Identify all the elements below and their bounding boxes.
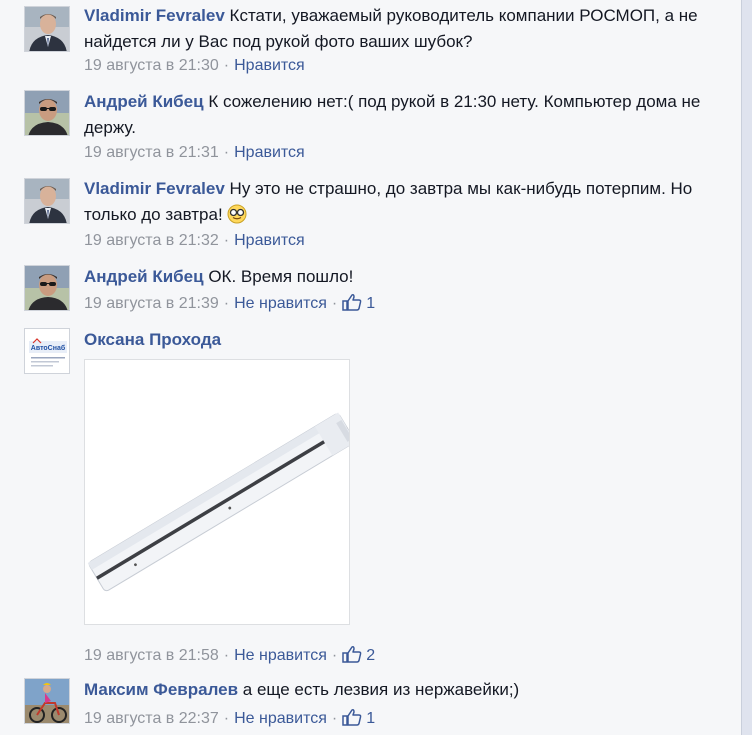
comment-timestamp[interactable]: 19 августа в 22:37: [84, 710, 219, 727]
avatar[interactable]: [24, 678, 70, 724]
like-count[interactable]: 1: [366, 710, 375, 727]
thumbs-up-icon[interactable]: [342, 645, 362, 669]
like-link[interactable]: Нравится: [234, 232, 305, 249]
comment-author-link[interactable]: Оксана Прохода: [84, 330, 221, 349]
comment-text: а еще есть лезвия из нержавейки;): [242, 680, 520, 699]
unlike-link[interactable]: Не нравится: [234, 710, 327, 727]
comment-meta: 19 августа в 21:58 · Не нравится · 2: [84, 645, 721, 669]
thumbs-up-icon[interactable]: [342, 293, 362, 317]
comment-timestamp[interactable]: 19 августа в 21:31: [84, 144, 219, 161]
comments-panel: Vladimir Fevralev Кстати, уважаемый руко…: [0, 0, 741, 735]
avatar-man-suit-icon: [25, 7, 69, 51]
comment-author-link[interactable]: Vladimir Fevralev: [84, 179, 225, 198]
comment-meta: 19 августа в 21:32 · Нравится: [84, 232, 305, 249]
comment-author-link[interactable]: Максим Февралев: [84, 680, 238, 699]
comment-meta: 19 августа в 21:31 · Нравится: [84, 144, 305, 161]
sunglasses-emoji-icon: [227, 204, 247, 232]
unlike-link[interactable]: Не нравится: [234, 295, 327, 312]
thumbs-up-icon[interactable]: [342, 708, 362, 732]
comment-author-link[interactable]: Андрей Кибец: [84, 267, 204, 286]
comment-timestamp[interactable]: 19 августа в 21:39: [84, 295, 219, 312]
avatar-man-sunglasses-icon: [25, 266, 69, 310]
svg-text:АвтоСнаб: АвтоСнаб: [31, 344, 66, 352]
comment-text: ОК. Время пошло!: [208, 267, 354, 286]
avatar[interactable]: [24, 6, 70, 52]
like-link[interactable]: Нравится: [234, 144, 305, 161]
avatar[interactable]: [24, 265, 70, 311]
like-count[interactable]: 1: [366, 295, 375, 312]
comment-author-link[interactable]: Vladimir Fevralev: [84, 6, 225, 25]
unlike-link[interactable]: Не нравится: [234, 647, 327, 664]
avatar-man-suit-icon: [25, 179, 69, 223]
comment-timestamp[interactable]: 19 августа в 21:32: [84, 232, 219, 249]
avatar-cyclist-icon: [25, 679, 69, 723]
comment-timestamp[interactable]: 19 августа в 21:58: [84, 647, 219, 664]
comment-photo[interactable]: [84, 359, 350, 625]
avatar[interactable]: АвтоСнаб: [24, 328, 70, 374]
avatar[interactable]: [24, 178, 70, 224]
comment-timestamp[interactable]: 19 августа в 21:30: [84, 57, 219, 74]
avatar-man-sunglasses-icon: [25, 91, 69, 135]
comment-author-link[interactable]: Андрей Кибец: [84, 92, 204, 111]
scrollbar[interactable]: [741, 0, 752, 735]
avatar[interactable]: [24, 90, 70, 136]
comment-meta: 19 августа в 21:30 · Нравится: [84, 57, 305, 74]
white-bar-photo-icon: [85, 360, 349, 624]
comment-meta: 19 августа в 21:39 · Не нравится · 1: [84, 293, 721, 317]
like-count[interactable]: 2: [366, 647, 375, 664]
like-link[interactable]: Нравится: [234, 57, 305, 74]
avtosnab-logo-icon: АвтоСнаб: [25, 329, 69, 373]
comment-meta: 19 августа в 22:37 · Не нравится · 1: [84, 708, 721, 732]
